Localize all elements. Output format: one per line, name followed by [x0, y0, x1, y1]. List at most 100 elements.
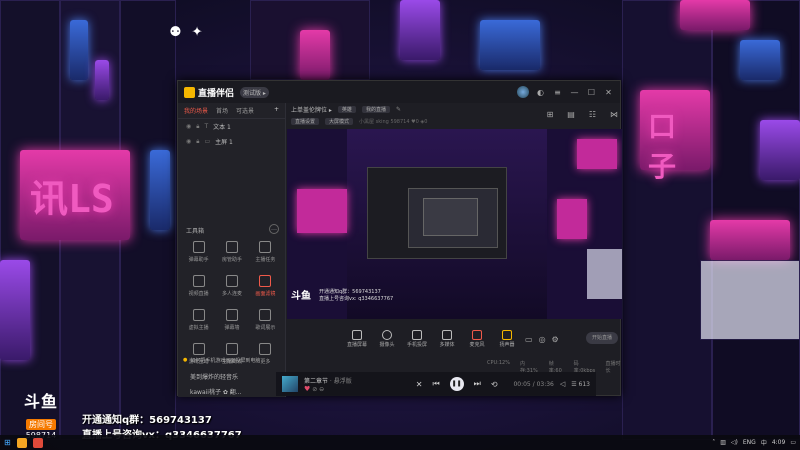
- replay-icon[interactable]: ◎: [539, 335, 546, 344]
- speaker-button[interactable]: 扬声器: [495, 330, 519, 348]
- lock-icon[interactable]: 🔒︎: [196, 138, 199, 146]
- scene-item[interactable]: ◉ 🔒︎ ▭ 主屏 1: [178, 134, 285, 149]
- tool-tasks[interactable]: 主播任务: [249, 241, 282, 263]
- chevron-up-icon[interactable]: ˄: [712, 439, 715, 446]
- notification-icon[interactable]: ▭: [790, 439, 796, 446]
- tool-room-admin[interactable]: 房管助手: [215, 241, 248, 263]
- network-icon[interactable]: ▥: [720, 439, 726, 446]
- screen-mode-pill[interactable]: 大屏模式: [325, 117, 354, 125]
- screen-capture-button[interactable]: 直播屏幕: [345, 330, 369, 348]
- settings-pill[interactable]: 直播设置: [291, 117, 320, 125]
- clock[interactable]: 4:09: [772, 439, 785, 446]
- tool-label: 视频直播: [188, 291, 209, 297]
- menu-icon[interactable]: ≡: [552, 88, 563, 97]
- playlist-count[interactable]: ☰ 613: [571, 381, 590, 388]
- scene-label: 文本 1: [213, 124, 231, 131]
- vtuber-icon: [192, 309, 205, 321]
- repeat-icon[interactable]: ⟲: [491, 380, 498, 389]
- shuffle-icon[interactable]: ✕: [416, 380, 423, 389]
- close-icon[interactable]: ✕: [603, 88, 614, 97]
- minimize-icon[interactable]: —: [569, 88, 580, 97]
- control-label: 多媒体: [439, 342, 455, 348]
- windows-start-icon[interactable]: ⊞: [4, 438, 11, 447]
- tool-label: 弹幕墙: [224, 325, 240, 331]
- app-name: 直播伴侣: [198, 88, 235, 99]
- tool-danmaku-wall[interactable]: 弹幕墙: [215, 309, 248, 331]
- tool-label: 画面滤镜: [255, 291, 276, 297]
- douyu-brand: 斗鱼 房间号 598714: [8, 388, 74, 440]
- version-badge[interactable]: 测试版 ▸: [240, 86, 269, 98]
- taskbar-app-icon[interactable]: [16, 437, 27, 448]
- task-icon: [259, 241, 272, 253]
- tasks-icon[interactable]: ☷: [589, 110, 596, 119]
- chart-icon[interactable]: ▤: [567, 110, 575, 119]
- cpu-status: CPU:12%: [487, 360, 510, 366]
- room-pill[interactable]: 我的直播: [361, 105, 390, 113]
- volume-tray-icon[interactable]: ◁): [731, 439, 738, 446]
- edit-icon[interactable]: ✎: [396, 106, 401, 113]
- scene-item[interactable]: ◉ 🔒︎ T 文本 1: [178, 119, 285, 134]
- microphone-button[interactable]: 麦克风: [465, 330, 489, 348]
- eye-icon[interactable]: ◉: [186, 138, 191, 145]
- previous-icon[interactable]: ⏮: [432, 379, 439, 389]
- tab-my-scenes[interactable]: 我的场景: [184, 106, 208, 115]
- tool-multi-mic[interactable]: 多人连麦: [215, 275, 248, 297]
- playlist-title: 美到爆炸的轻音乐: [190, 374, 239, 381]
- category-pill[interactable]: 英雄: [337, 105, 356, 113]
- record-icon[interactable]: ▭: [525, 335, 533, 344]
- phone-cast-button[interactable]: 手机投屏: [405, 330, 429, 348]
- person-icon: [225, 241, 238, 253]
- tool-label: 房管助手: [221, 257, 242, 263]
- main-panel: 上单盖伦牌位 ▸ 英雄 我的直播 ✎ 直播设置 大屏模式 小黑屋 sking 5…: [287, 103, 622, 397]
- dislike-icon[interactable]: ⊘ ⊖: [312, 386, 324, 393]
- next-icon[interactable]: ⏭: [474, 379, 481, 389]
- duration-status: 直播时长: [605, 361, 621, 374]
- notice-bar[interactable]: ● 如何把手机游戏画面投屏到电脑: [178, 354, 286, 367]
- tool-label: 歌词展示: [255, 325, 276, 331]
- tab-first[interactable]: 首场: [216, 106, 228, 115]
- control-label: 摄像头: [379, 342, 395, 348]
- settings-icon[interactable]: ⚙: [552, 335, 559, 344]
- ad-line-qq: 开通通知q群：569743137: [82, 415, 212, 426]
- tool-danmaku[interactable]: 弹幕助手: [182, 241, 215, 263]
- room-label: 房间号: [26, 419, 56, 430]
- tool-lyrics[interactable]: 歌词展示: [249, 309, 282, 331]
- tab-optional[interactable]: 可选景: [236, 106, 254, 115]
- tool-label: 多人连麦: [221, 291, 242, 297]
- stream-title[interactable]: 上单盖伦牌位 ▸: [291, 105, 332, 114]
- toolbox-grid: 弹幕助手 房管助手 主播任务 视频直播 多人连麦 画面滤镜 虚拟主播 弹幕墙 歌…: [182, 241, 282, 365]
- gift-icon[interactable]: ⊞: [547, 110, 554, 119]
- go-live-button[interactable]: 开始直播: [586, 332, 618, 344]
- ime-icon[interactable]: 中: [761, 438, 767, 447]
- camera-icon: [382, 330, 392, 340]
- monitor-icon: [352, 330, 362, 340]
- tool-filter[interactable]: 画面滤镜: [249, 275, 282, 297]
- heart-icon[interactable]: ♥: [304, 385, 310, 393]
- info-icon: ●: [183, 357, 188, 363]
- user-avatar[interactable]: [517, 86, 529, 98]
- album-cover[interactable]: [282, 376, 298, 392]
- volume-icon[interactable]: ◁: [560, 380, 565, 388]
- pause-button[interactable]: ❚❚: [449, 377, 464, 391]
- camera-button[interactable]: 摄像头: [375, 330, 399, 348]
- lock-icon[interactable]: 🔒︎: [196, 123, 199, 131]
- nested-preview-window: [367, 167, 507, 259]
- tool-video[interactable]: 视频直播: [182, 275, 215, 297]
- scene-tabs: 我的场景 首场 可选景 +: [178, 103, 285, 119]
- tool-vtuber[interactable]: 虚拟主播: [182, 309, 215, 331]
- share-icon[interactable]: ⋈: [610, 110, 618, 119]
- taskbar-app-icon[interactable]: [32, 437, 43, 448]
- eye-icon[interactable]: ◉: [186, 123, 191, 130]
- song-title: 第二章节: [304, 377, 329, 385]
- media-button[interactable]: 多媒体: [435, 330, 459, 348]
- input-language[interactable]: ENG: [743, 439, 756, 446]
- playback-controls: ✕ ⏮ ❚❚ ⏭ ⟲: [416, 377, 498, 391]
- left-panel: 我的场景 首场 可选景 + ◉ 🔒︎ T 文本 1 ◉ 🔒︎ ▭ 主屏 1 工具…: [178, 103, 286, 397]
- add-scene-icon[interactable]: +: [274, 106, 279, 115]
- title-bar: 直播伴侣 测试版 ▸ ◐ ≡ — ☐ ✕: [178, 81, 620, 103]
- control-label: 手机投屏: [406, 342, 427, 348]
- more-tools-icon[interactable]: …: [269, 224, 279, 234]
- phone-icon: [412, 330, 422, 340]
- maximize-icon[interactable]: ☐: [586, 88, 597, 97]
- skin-icon[interactable]: ◐: [535, 88, 546, 97]
